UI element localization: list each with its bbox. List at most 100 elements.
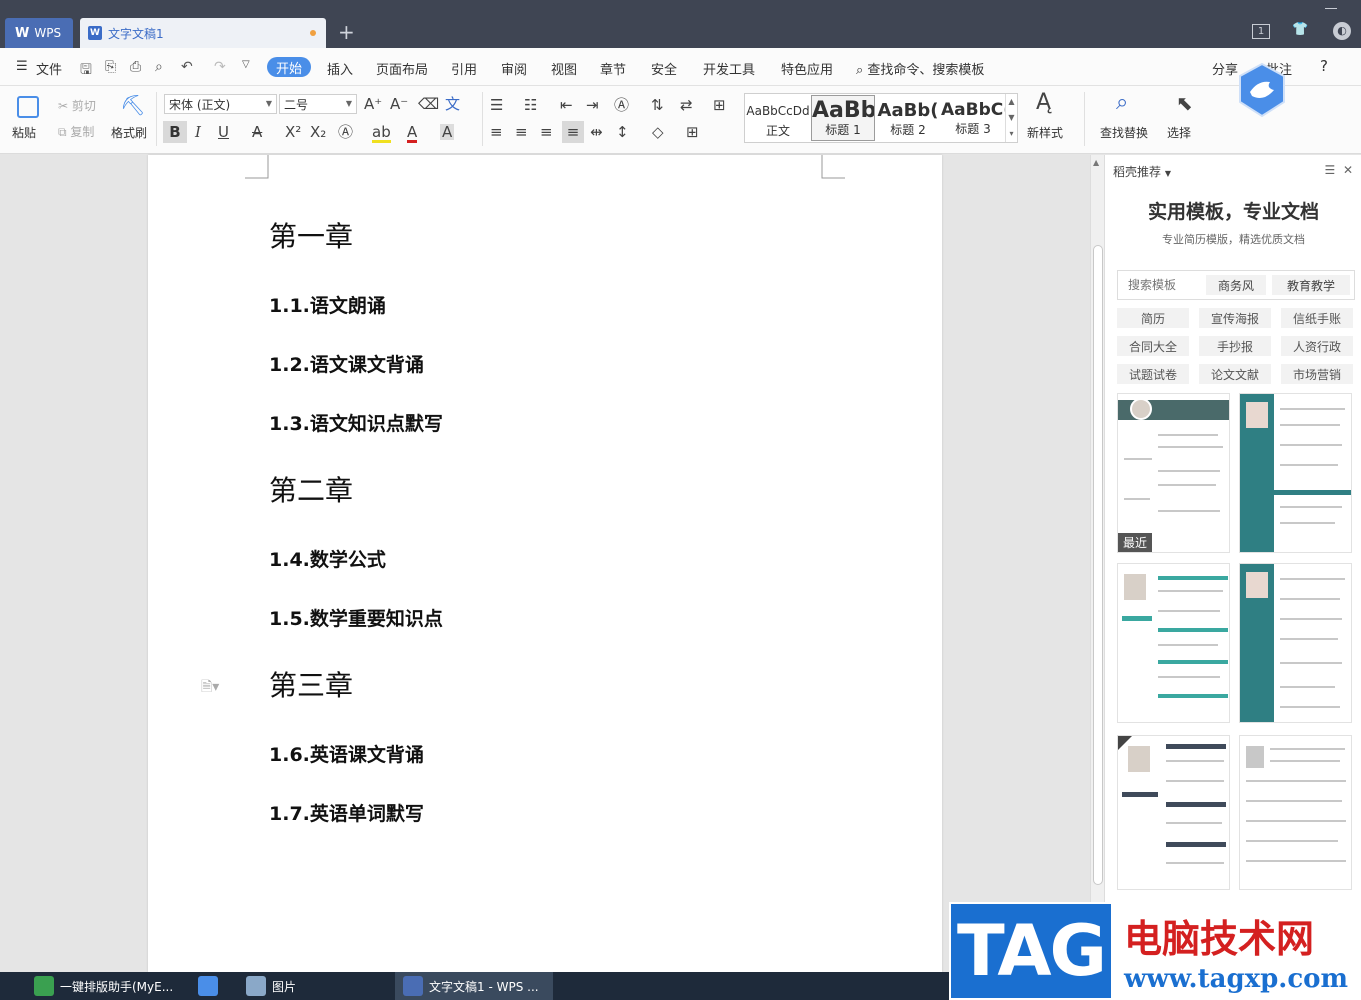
shirt-skin-icon[interactable]: 👕	[1292, 22, 1308, 37]
undo-icon[interactable]: ↶	[181, 59, 193, 75]
template-thumbnail[interactable]: 最近	[1117, 393, 1230, 553]
section-heading[interactable]: 1.6.英语课文背诵	[269, 740, 424, 767]
style-normal[interactable]: AaBbCcDd 正文	[746, 95, 810, 141]
tag-education[interactable]: 教育教学	[1272, 275, 1350, 295]
assistant-bird-icon[interactable]	[1236, 62, 1288, 118]
bullet-list-icon[interactable]: ☰	[490, 97, 503, 113]
menu-insert[interactable]: 插入	[327, 59, 353, 78]
menu-page-layout[interactable]: 页面布局	[376, 59, 428, 78]
chapter-heading[interactable]: 第三章	[269, 664, 353, 704]
customize-toolbar-icon[interactable]: ▽	[242, 59, 250, 70]
bold-button[interactable]: B	[163, 121, 187, 143]
phonetic-guide-icon[interactable]: 文	[445, 96, 460, 112]
section-heading[interactable]: 1.3.语文知识点默写	[269, 409, 443, 436]
template-thumbnail[interactable]	[1239, 393, 1352, 553]
style-heading-2[interactable]: AaBb( 标题 2	[876, 95, 940, 141]
highlight-button[interactable]: ab	[372, 124, 391, 143]
menu-special-apps[interactable]: 特色应用	[781, 59, 833, 78]
text-effect-icon[interactable]: Ⓐ	[338, 124, 353, 140]
format-painter-button[interactable]: 格式刷	[111, 124, 147, 141]
new-style-button[interactable]: 新样式	[1027, 124, 1063, 141]
superscript-button[interactable]: X²	[285, 124, 301, 140]
grow-font-icon[interactable]: A⁺	[364, 96, 382, 112]
category-poster[interactable]: 宣传海报	[1199, 308, 1271, 328]
align-center-icon[interactable]: ≡	[515, 124, 528, 140]
print-icon[interactable]: ⎙	[130, 59, 141, 75]
scroll-up-icon[interactable]: ▲	[1093, 158, 1099, 167]
category-hr-admin[interactable]: 人资行政	[1281, 336, 1353, 356]
hamburger-menu-icon[interactable]: ☰	[16, 59, 28, 74]
chinese-layout-icon[interactable]: Ⓐ	[614, 97, 629, 113]
align-right-icon[interactable]: ≡	[540, 124, 553, 140]
wps-home-tab[interactable]: W WPS	[5, 18, 73, 48]
shading-icon[interactable]: ◇	[652, 124, 664, 140]
redo-icon[interactable]: ↷	[214, 59, 226, 75]
strikethrough-button[interactable]: A	[252, 124, 262, 140]
user-avatar-icon[interactable]: ◐	[1333, 22, 1351, 40]
taskbar-item-wps-document[interactable]: 文字文稿1 - WPS ...	[395, 972, 553, 1000]
increase-indent-icon[interactable]: ⇥	[586, 97, 599, 113]
template-thumbnail[interactable]	[1239, 735, 1352, 890]
align-left-icon[interactable]: ≡	[490, 124, 503, 140]
category-exams[interactable]: 试题试卷	[1117, 364, 1189, 384]
document-page[interactable]	[148, 155, 942, 972]
taskbar-item-pictures[interactable]: 图片	[240, 972, 370, 1000]
tag-business[interactable]: 商务风	[1206, 275, 1266, 295]
chapter-heading[interactable]: 第一章	[269, 215, 353, 255]
taskbar-item-bird[interactable]	[190, 972, 230, 1000]
menu-view[interactable]: 视图	[551, 59, 577, 78]
menu-file[interactable]: 文件	[36, 59, 62, 78]
show-marks-icon[interactable]: ⇄	[680, 97, 693, 113]
template-thumbnail[interactable]	[1239, 563, 1352, 723]
share-button[interactable]: 分享	[1212, 59, 1238, 78]
distribute-icon[interactable]: ⇹	[590, 124, 603, 140]
format-painter-icon[interactable]: ⛏	[120, 95, 145, 115]
table-layout-icon[interactable]: ⊞	[713, 97, 726, 113]
copy-button[interactable]: ⧉ 复制	[58, 123, 94, 140]
category-marketing[interactable]: 市场营销	[1281, 364, 1353, 384]
shrink-font-icon[interactable]: A⁻	[390, 96, 408, 112]
scrollbar-thumb[interactable]	[1093, 245, 1103, 885]
find-replace-button[interactable]: 查找替换	[1100, 124, 1148, 141]
section-heading[interactable]: 1.7.英语单词默写	[269, 799, 424, 826]
category-resume[interactable]: 简历	[1117, 308, 1189, 328]
paragraph-options-icon[interactable]: 🗎▾	[201, 676, 219, 700]
font-name-select[interactable]: 宋体 (正文) ▼	[164, 94, 277, 114]
panel-header[interactable]: 稻壳推荐 ▼	[1113, 163, 1171, 180]
menu-security[interactable]: 安全	[651, 59, 677, 78]
help-button[interactable]: ?	[1320, 57, 1328, 75]
style-heading-1[interactable]: AaBb 标题 1	[811, 95, 875, 141]
style-gallery-scroll[interactable]: ▲ ▼ ▾	[1005, 94, 1017, 142]
menu-chapter[interactable]: 章节	[600, 59, 626, 78]
section-heading[interactable]: 1.5.数学重要知识点	[269, 604, 443, 631]
minimize-button[interactable]	[1325, 8, 1337, 9]
subscript-button[interactable]: X₂	[310, 124, 326, 140]
taskbar-item-myeditor[interactable]: 一键排版助手(MyE...	[30, 972, 180, 1000]
new-style-icon[interactable]: Ą	[1036, 92, 1051, 114]
menu-developer[interactable]: 开发工具	[703, 59, 755, 78]
print-preview-icon[interactable]: ⌕	[155, 59, 163, 75]
decrease-indent-icon[interactable]: ⇤	[560, 97, 573, 113]
clear-format-icon[interactable]: ⌫	[418, 96, 439, 112]
section-heading[interactable]: 1.2.语文课文背诵	[269, 350, 424, 377]
select-cursor-icon[interactable]: ⬉	[1176, 93, 1193, 113]
italic-button[interactable]: I	[195, 124, 201, 140]
paste-button[interactable]: 粘贴	[12, 124, 36, 141]
menu-review[interactable]: 审阅	[501, 59, 527, 78]
export-pdf-icon[interactable]: ⎘	[105, 59, 116, 75]
menu-references[interactable]: 引用	[451, 59, 477, 78]
sort-icon[interactable]: ⇅	[651, 97, 664, 113]
character-shading-button[interactable]: A	[440, 124, 455, 140]
category-stationery[interactable]: 信纸手账	[1281, 308, 1353, 328]
vertical-scrollbar[interactable]: ▲	[1090, 155, 1104, 972]
line-spacing-icon[interactable]: ↕	[616, 124, 629, 140]
paste-icon[interactable]	[17, 96, 39, 118]
section-heading[interactable]: 1.4.数学公式	[269, 545, 386, 572]
save-icon[interactable]: 🖫	[80, 59, 92, 83]
select-button[interactable]: 选择	[1167, 124, 1191, 141]
cut-button[interactable]: ✂ 剪切	[58, 97, 96, 114]
category-papers[interactable]: 论文文献	[1199, 364, 1271, 384]
chapter-heading[interactable]: 第二章	[269, 469, 353, 509]
font-size-select[interactable]: 二号 ▼	[279, 94, 357, 114]
page-count-badge[interactable]: 1	[1252, 24, 1270, 39]
